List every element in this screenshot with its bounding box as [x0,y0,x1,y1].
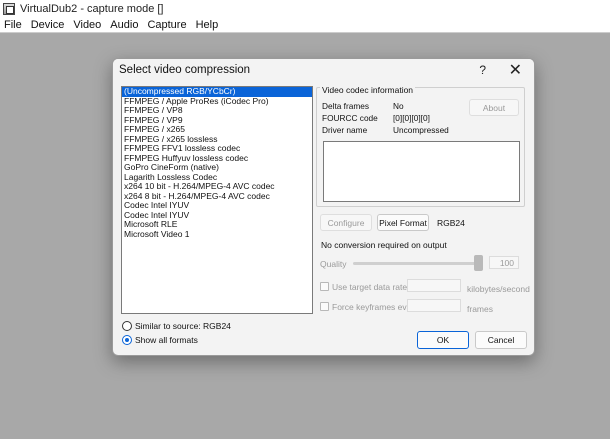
force-keyframes-checkbox[interactable] [320,302,329,311]
radio-button[interactable] [122,335,132,345]
help-button[interactable]: ? [479,63,486,77]
about-button[interactable]: About [469,99,519,116]
menu-capture[interactable]: Capture [147,19,186,31]
quality-slider-thumb[interactable] [474,255,483,271]
menu-video[interactable]: Video [73,19,101,31]
window-title: VirtualDub2 - capture mode [] [20,2,164,15]
radio-show-all-formats[interactable]: Show all formats [122,335,198,345]
fourcc-label: FOURCC code [322,113,378,123]
quality-label: Quality [320,259,347,269]
ok-button[interactable]: OK [417,331,469,349]
target-rate-field[interactable] [407,279,461,292]
codec-description-box [323,141,520,202]
quality-value-field[interactable]: 100 [489,256,519,269]
target-rate-checkbox[interactable] [320,282,329,291]
driver-name-label: Driver name [322,125,368,135]
conversion-note: No conversion required on output [321,240,447,250]
menu-device[interactable]: Device [31,19,65,31]
radio-similar-label: Similar to source: RGB24 [135,321,231,331]
pixel-format-button[interactable]: Pixel Format [377,214,429,231]
app-icon [3,2,15,15]
force-keyframes-unit: frames [467,304,493,314]
fourcc-value: [0][0][0][0] [393,113,430,123]
video-compression-dialog: Select video compression ? ✕ (Uncompress… [112,58,535,356]
delta-frames-label: Delta frames [322,101,370,111]
cancel-button[interactable]: Cancel [475,331,527,349]
window-titlebar: VirtualDub2 - capture mode [] [0,0,610,17]
dialog-titlebar: Select video compression [113,59,534,81]
codec-info-group-title: Video codec information [320,85,416,95]
driver-name-value: Uncompressed [393,125,449,135]
radio-button[interactable] [122,321,132,331]
codec-list-item[interactable]: Microsoft Video 1 [122,229,312,240]
quality-slider-track[interactable] [353,262,483,265]
force-keyframes-field[interactable] [407,299,461,312]
pixel-format-value: RGB24 [437,218,465,228]
target-rate-label: Use target data rate of [332,282,417,292]
menu-file[interactable]: File [4,19,22,31]
menu-audio[interactable]: Audio [110,19,138,31]
configure-button[interactable]: Configure [320,214,372,231]
codec-list[interactable]: (Uncompressed RGB/YCbCr) FFMPEG / Apple P… [121,86,313,314]
menu-help[interactable]: Help [196,19,219,31]
dialog-title: Select video compression [119,64,251,76]
force-keyframes-label: Force keyframes every [332,302,419,312]
target-rate-unit: kilobytes/second [467,284,530,294]
delta-frames-value: No [393,101,404,111]
menu-bar: File Device Video Audio Capture Help [0,17,610,33]
close-icon[interactable]: ✕ [509,60,522,80]
radio-all-label: Show all formats [135,335,198,345]
radio-similar-to-source[interactable]: Similar to source: RGB24 [122,321,231,331]
